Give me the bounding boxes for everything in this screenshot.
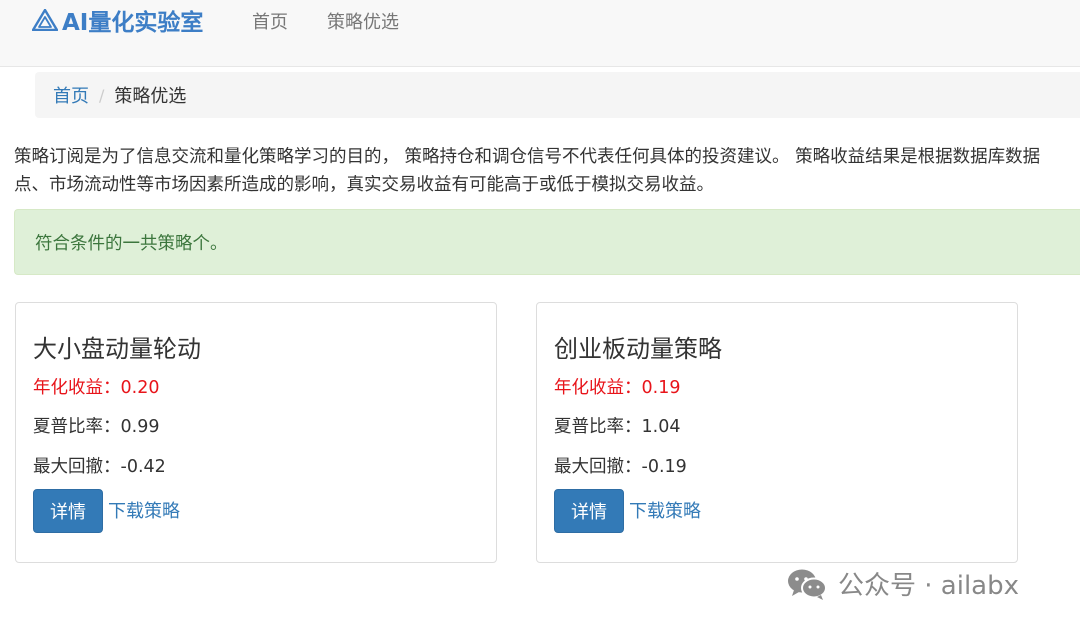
download-strategy-link[interactable]: 下载策略 — [108, 497, 180, 523]
watermark: 公众号 · ailabx — [786, 565, 1019, 602]
navbar: AI量化实验室 首页 策略优选 — [0, 0, 1080, 67]
watermark-text: 公众号 · ailabx — [838, 571, 1019, 601]
download-strategy-link[interactable]: 下载策略 — [629, 497, 701, 523]
disclaimer-text: 策略订阅是为了信息交流和量化策略学习的目的， 策略持仓和调仓信号不代表任何具体的… — [14, 143, 1080, 199]
max-drawdown: 最大回撤：-0.19 — [554, 457, 687, 477]
annual-return: 年化收益：0.19 — [554, 378, 681, 398]
breadcrumb-home-link[interactable]: 首页 — [53, 82, 89, 108]
max-drawdown: 最大回撤：-0.42 — [33, 457, 166, 477]
breadcrumb: 首页 / 策略优选 — [35, 72, 1080, 118]
breadcrumb-current: 策略优选 — [114, 86, 187, 107]
sharpe-ratio: 夏普比率：0.99 — [33, 417, 160, 437]
strategy-card: 大小盘动量轮动 年化收益：0.20 夏普比率：0.99 最大回撤：-0.42 详… — [15, 302, 497, 563]
triangle-logo-icon — [32, 9, 58, 31]
annual-return: 年化收益：0.20 — [33, 378, 160, 398]
detail-button[interactable]: 详情 — [33, 489, 103, 533]
strategy-title: 创业板动量策略 — [554, 335, 722, 363]
wechat-icon — [788, 569, 827, 600]
nav-link-strategy-picks[interactable]: 策略优选 — [327, 8, 399, 34]
disclaimer-line-2: 点、市场流动性等市场因素所造成的影响，真实交易收益有可能高于或低于模拟交易收益。 — [14, 175, 714, 195]
brand-logo[interactable]: AI量化实验室 — [32, 5, 204, 36]
nav-link-home[interactable]: 首页 — [252, 8, 288, 34]
strategy-card: 创业板动量策略 年化收益：0.19 夏普比率：1.04 最大回撤：-0.19 详… — [536, 302, 1018, 563]
result-count-alert: 符合条件的一共策略个。 — [14, 209, 1080, 275]
breadcrumb-separator: / — [99, 85, 105, 105]
strategy-title: 大小盘动量轮动 — [33, 335, 201, 363]
alert-text: 符合条件的一共策略个。 — [35, 233, 228, 254]
sharpe-ratio: 夏普比率：1.04 — [554, 417, 681, 437]
brand-name: AI量化实验室 — [62, 10, 204, 36]
detail-button[interactable]: 详情 — [554, 489, 624, 533]
disclaimer-line-1: 策略订阅是为了信息交流和量化策略学习的目的， 策略持仓和调仓信号不代表任何具体的… — [14, 147, 1041, 167]
